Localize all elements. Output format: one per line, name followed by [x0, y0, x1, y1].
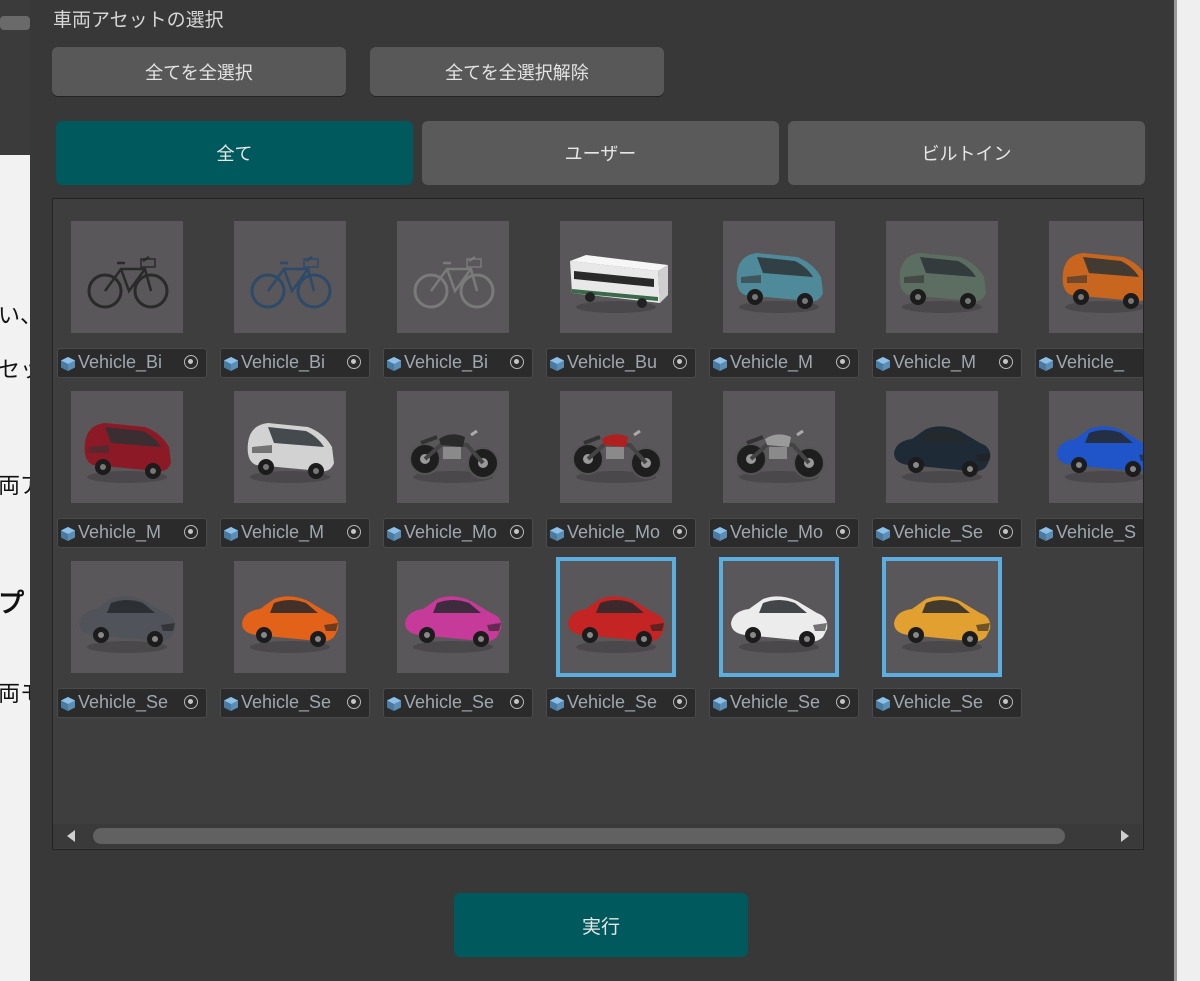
- asset-field[interactable]: Vehicle_Se: [872, 688, 1022, 718]
- object-picker-icon[interactable]: [184, 695, 198, 709]
- asset-name: Vehicle_Se: [893, 692, 984, 712]
- asset-item[interactable]: Vehicle_M: [216, 369, 372, 548]
- asset-name: Vehicle_Se: [241, 692, 332, 712]
- window-edge: [1174, 0, 1177, 981]
- object-picker-icon[interactable]: [999, 525, 1013, 539]
- run-button[interactable]: 実行: [454, 893, 748, 957]
- background-right-edge: [1174, 0, 1200, 981]
- prefab-cube-icon: [549, 696, 565, 712]
- asset-thumbnail[interactable]: [234, 221, 346, 333]
- asset-thumbnail[interactable]: [71, 221, 183, 333]
- scroll-left-icon[interactable]: [67, 830, 75, 842]
- asset-item[interactable]: Vehicle_Mo: [705, 369, 861, 548]
- asset-field[interactable]: Vehicle_Se: [220, 688, 370, 718]
- background-document: い、 セッ 両ア プ 両モ: [0, 0, 42, 981]
- asset-item[interactable]: Vehicle_Bi: [216, 199, 372, 378]
- background-pill: [0, 16, 30, 30]
- asset-item[interactable]: Vehicle_Se: [379, 539, 535, 718]
- asset-item[interactable]: Vehicle_M: [705, 199, 861, 378]
- asset-thumbnail[interactable]: [234, 391, 346, 503]
- asset-name: Vehicle_Se: [78, 692, 169, 712]
- asset-field[interactable]: Vehicle_Se: [709, 688, 859, 718]
- object-picker-icon[interactable]: [510, 695, 524, 709]
- asset-item[interactable]: Vehicle_Se: [868, 369, 1024, 548]
- asset-field[interactable]: Vehicle_S: [1035, 518, 1143, 548]
- asset-thumbnail[interactable]: [719, 557, 839, 677]
- asset-thumbnail[interactable]: [71, 561, 183, 673]
- asset-thumbnail[interactable]: [234, 561, 346, 673]
- asset-item[interactable]: Vehicle_Mo: [379, 369, 535, 548]
- asset-item[interactable]: Vehicle_Se: [53, 539, 209, 718]
- tab-builtin[interactable]: ビルトイン: [788, 121, 1145, 185]
- asset-item[interactable]: Vehicle_Bi: [379, 199, 535, 378]
- background-heading: プ: [0, 589, 25, 619]
- deselect-all-button[interactable]: 全てを全選択解除: [370, 47, 664, 96]
- asset-thumbnail[interactable]: [1049, 391, 1143, 503]
- prefab-cube-icon: [386, 696, 402, 712]
- asset-item[interactable]: Vehicle_Se: [705, 539, 861, 718]
- background-toolbar: [0, 0, 30, 155]
- asset-thumbnail[interactable]: [397, 221, 509, 333]
- asset-name: Vehicle_S: [1056, 522, 1137, 542]
- asset-grid: Vehicle_Bi Vehicle_Bi Vehicle_Bi Vehicle_Bu…: [52, 198, 1144, 850]
- object-picker-icon[interactable]: [836, 355, 850, 369]
- asset-item[interactable]: Vehicle_Bi: [53, 199, 209, 378]
- asset-thumbnail[interactable]: [886, 221, 998, 333]
- asset-thumbnail[interactable]: [397, 561, 509, 673]
- asset-thumbnail[interactable]: [882, 557, 1002, 677]
- object-picker-icon[interactable]: [836, 525, 850, 539]
- horizontal-scrollbar[interactable]: [53, 824, 1143, 848]
- prefab-cube-icon: [712, 696, 728, 712]
- prefab-cube-icon: [60, 696, 76, 712]
- object-picker-icon[interactable]: [347, 695, 361, 709]
- object-picker-icon[interactable]: [673, 525, 687, 539]
- asset-name: Vehicle_Se: [567, 692, 658, 712]
- scrollbar-thumb[interactable]: [93, 828, 1065, 844]
- scroll-right-icon[interactable]: [1121, 830, 1129, 842]
- asset-item[interactable]: Vehicle_: [1031, 199, 1143, 378]
- asset-item[interactable]: Vehicle_Se: [216, 539, 372, 718]
- asset-thumbnail[interactable]: [886, 391, 998, 503]
- asset-thumbnail[interactable]: [560, 221, 672, 333]
- asset-field[interactable]: Vehicle_Se: [57, 688, 207, 718]
- asset-field[interactable]: Vehicle_Se: [546, 688, 696, 718]
- asset-thumbnail[interactable]: [560, 391, 672, 503]
- prefab-cube-icon: [875, 696, 891, 712]
- asset-thumbnail[interactable]: [71, 391, 183, 503]
- vehicle-asset-panel: 車両アセットの選択 全てを全選択 全てを全選択解除 全て ユーザー ビルトイン …: [30, 0, 1174, 981]
- object-picker-icon[interactable]: [836, 695, 850, 709]
- asset-item[interactable]: Vehicle_M: [53, 369, 209, 548]
- asset-item[interactable]: Vehicle_Se: [868, 539, 1024, 718]
- asset-name: Vehicle_Se: [404, 692, 495, 712]
- asset-thumbnail[interactable]: [723, 221, 835, 333]
- object-picker-icon[interactable]: [184, 525, 198, 539]
- object-picker-icon[interactable]: [999, 355, 1013, 369]
- panel-title: 車両アセットの選択: [53, 9, 224, 31]
- asset-thumbnail[interactable]: [556, 557, 676, 677]
- object-picker-icon[interactable]: [347, 525, 361, 539]
- asset-thumbnail[interactable]: [723, 391, 835, 503]
- object-picker-icon[interactable]: [999, 695, 1013, 709]
- asset-item[interactable]: Vehicle_M: [868, 199, 1024, 378]
- object-picker-icon[interactable]: [347, 355, 361, 369]
- object-picker-icon[interactable]: [184, 355, 198, 369]
- tab-user[interactable]: ユーザー: [422, 121, 779, 185]
- tab-all[interactable]: 全て: [56, 121, 413, 185]
- prefab-cube-icon: [1038, 526, 1054, 542]
- object-picker-icon[interactable]: [673, 695, 687, 709]
- asset-thumbnail[interactable]: [1049, 221, 1143, 333]
- asset-name: Vehicle_Se: [730, 692, 821, 712]
- asset-list: Vehicle_Bi Vehicle_Bi Vehicle_Bi Vehicle_Bu…: [53, 199, 1143, 819]
- prefab-cube-icon: [223, 696, 239, 712]
- asset-field[interactable]: Vehicle_Se: [383, 688, 533, 718]
- asset-item[interactable]: Vehicle_S: [1031, 369, 1143, 548]
- object-picker-icon[interactable]: [673, 355, 687, 369]
- asset-item[interactable]: Vehicle_Bu: [542, 199, 698, 378]
- asset-item[interactable]: Vehicle_Mo: [542, 369, 698, 548]
- select-all-button[interactable]: 全てを全選択: [52, 47, 346, 96]
- asset-thumbnail[interactable]: [397, 391, 509, 503]
- object-picker-icon[interactable]: [510, 525, 524, 539]
- object-picker-icon[interactable]: [510, 355, 524, 369]
- asset-item[interactable]: Vehicle_Se: [542, 539, 698, 718]
